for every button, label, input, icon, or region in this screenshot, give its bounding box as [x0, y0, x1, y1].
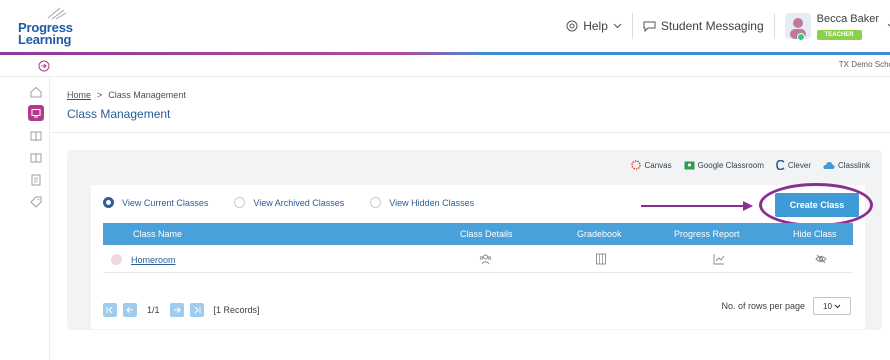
breadcrumb: Home > Class Management: [67, 90, 186, 100]
book-icon[interactable]: [29, 129, 43, 143]
table-header: Class Name Class Details Gradebook Progr…: [103, 223, 853, 245]
eye-off-icon[interactable]: [815, 253, 827, 265]
last-page-icon: [194, 306, 201, 314]
page-indicator: 1/1: [147, 305, 160, 315]
table-row: Homeroom: [103, 247, 853, 273]
column-header-class-name[interactable]: Class Name: [133, 229, 182, 239]
user-menu[interactable]: Becca Baker TEACHER: [775, 12, 890, 41]
arrow-right-icon: [173, 307, 181, 313]
column-header-hide-class: Hide Class: [793, 229, 837, 239]
logo-text: Progress Learning: [18, 21, 73, 47]
filter-label: View Hidden Classes: [389, 197, 475, 208]
annotation-arrow: [641, 201, 753, 211]
filter-label: View Current Classes: [122, 197, 209, 208]
rows-per-page-value: 10: [823, 301, 832, 311]
canvas-icon: [631, 160, 642, 170]
class-management-panel: Canvas Google Classroom Clever Classlink…: [67, 150, 882, 330]
progress-learning-logo[interactable]: Progress Learning: [18, 4, 88, 50]
gradebook-icon[interactable]: [595, 253, 607, 265]
student-messaging-link[interactable]: Student Messaging: [633, 13, 774, 39]
filter-archived-classes[interactable]: View Archived Classes: [234, 197, 344, 208]
logo-flame-icon: [47, 7, 67, 20]
google-classroom-integration[interactable]: Google Classroom: [684, 161, 764, 170]
google-classroom-icon: [684, 161, 695, 169]
radio-unchecked[interactable]: [370, 197, 382, 208]
breadcrumb-separator: >: [97, 90, 103, 100]
classroom-icon[interactable]: [28, 105, 44, 121]
group-icon[interactable]: [479, 253, 492, 265]
next-page-button[interactable]: [169, 303, 184, 317]
class-name-link[interactable]: Homeroom: [131, 255, 176, 265]
school-strip: TX Demo Scho: [0, 55, 890, 77]
integration-label: Classlink: [837, 160, 870, 170]
page-title: Class Management: [67, 107, 171, 121]
integration-label: Clever: [787, 160, 811, 170]
logo-line-2: Learning: [18, 32, 72, 47]
filter-label: View Archived Classes: [253, 197, 345, 208]
classlink-integration[interactable]: Classlink: [823, 161, 870, 170]
header-right: Help Student Messaging Becca Baker TEACH…: [556, 10, 890, 42]
radio-unchecked[interactable]: [234, 197, 246, 208]
online-status-dot: [796, 32, 805, 41]
column-header-progress-report: Progress Report: [674, 229, 740, 239]
report-icon[interactable]: [29, 173, 43, 187]
messaging-label: Student Messaging: [660, 19, 764, 33]
tag-icon[interactable]: [29, 195, 43, 209]
filter-current-classes[interactable]: View Current Classes: [103, 197, 208, 208]
role-badge: TEACHER: [816, 29, 862, 40]
chat-icon: [643, 21, 656, 32]
integration-label: Google Classroom: [697, 160, 764, 170]
help-label: Help: [583, 19, 608, 33]
pagination: 1/1 [1 Records]: [103, 303, 260, 317]
school-name[interactable]: TX Demo Scho: [839, 60, 890, 69]
prev-page-button[interactable]: [123, 303, 137, 317]
integrations-bar: Canvas Google Classroom Clever Classlink: [631, 160, 870, 170]
top-header: Progress Learning Help Student Messaging…: [0, 0, 890, 52]
filter-hidden-classes[interactable]: View Hidden Classes: [370, 197, 474, 208]
user-info: Becca Baker TEACHER: [816, 12, 879, 40]
rows-per-page-label: No. of rows per page: [721, 301, 805, 311]
help-icon: [566, 20, 578, 32]
radio-checked[interactable]: [103, 197, 114, 208]
record-count: [1 Records]: [213, 305, 260, 315]
class-filter-group: View Current Classes View Archived Class…: [103, 197, 474, 208]
library-icon[interactable]: [29, 151, 43, 165]
clever-integration[interactable]: Clever: [776, 160, 811, 170]
integration-label: Canvas: [644, 160, 672, 170]
breadcrumb-current: Class Management: [108, 90, 186, 100]
expand-icon[interactable]: [38, 60, 50, 72]
first-page-icon: [106, 306, 113, 314]
user-name: Becca Baker: [816, 12, 879, 25]
divider: [50, 132, 890, 133]
help-menu[interactable]: Help: [556, 13, 632, 39]
clever-icon: [776, 160, 785, 170]
column-header-gradebook: Gradebook: [577, 229, 622, 239]
chevron-down-icon: [613, 23, 622, 29]
chart-icon[interactable]: [713, 253, 725, 265]
class-color-dot: [111, 254, 122, 265]
annotation-highlight-ring: [759, 183, 873, 227]
home-icon[interactable]: [29, 85, 43, 99]
breadcrumb-home[interactable]: Home: [67, 90, 91, 100]
rows-per-page: No. of rows per page 10: [721, 297, 851, 315]
classes-card: View Current Classes View Archived Class…: [91, 183, 873, 329]
column-header-class-details: Class Details: [460, 229, 513, 239]
sidebar: [0, 77, 50, 360]
canvas-integration[interactable]: Canvas: [631, 160, 672, 170]
classlink-icon: [823, 161, 835, 169]
first-page-button[interactable]: [103, 303, 117, 317]
rows-per-page-select[interactable]: 10: [813, 297, 851, 315]
arrow-left-icon: [126, 307, 133, 313]
chevron-down-icon: [834, 304, 841, 308]
last-page-button[interactable]: [189, 303, 204, 317]
